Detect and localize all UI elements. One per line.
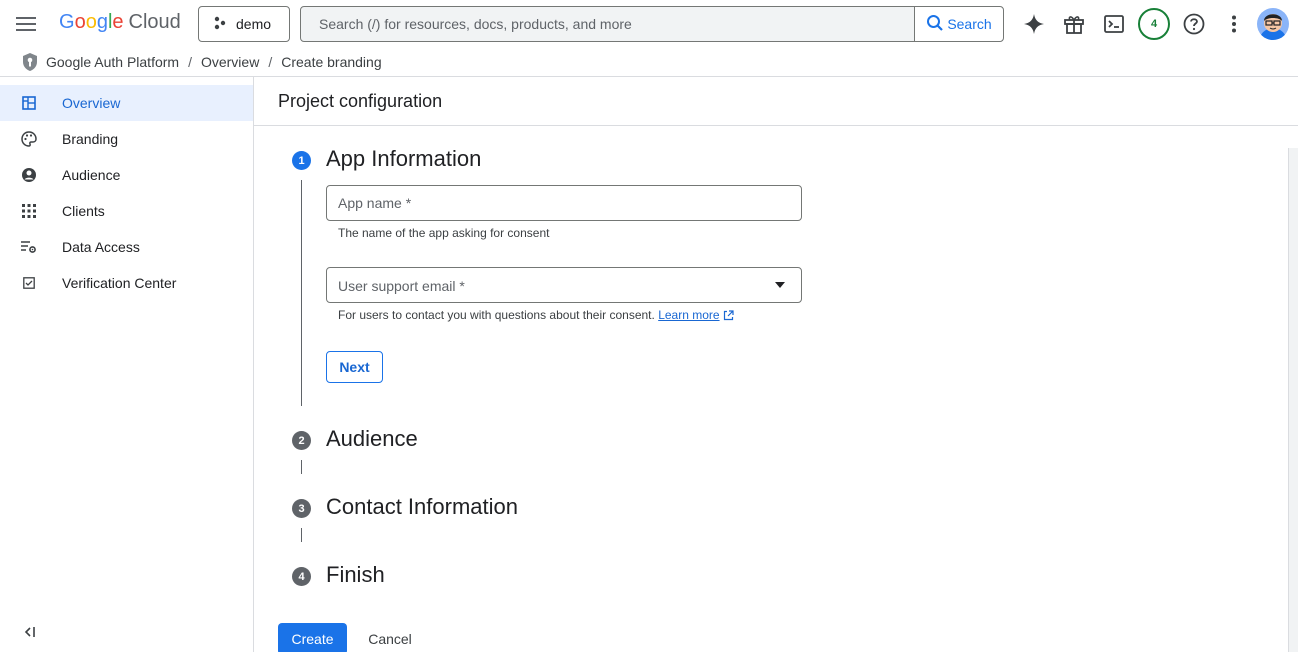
breadcrumb-separator: / — [268, 54, 273, 70]
scrollbar[interactable] — [1288, 148, 1298, 652]
sidebar-item-clients[interactable]: Clients — [0, 193, 253, 229]
sidebar-item-label: Clients — [62, 203, 105, 219]
page-header: Project configuration — [254, 77, 1298, 126]
avatar[interactable] — [1257, 8, 1289, 40]
learn-more-link[interactable]: Learn more — [658, 308, 719, 322]
step-number-3: 3 — [292, 499, 311, 518]
step-title-contact-information[interactable]: Contact Information — [326, 494, 518, 520]
app-name-hint: The name of the app asking for consent — [338, 226, 550, 240]
dashboard-icon — [21, 95, 37, 111]
gift-icon[interactable] — [1062, 12, 1086, 36]
collapse-sidebar-icon[interactable] — [20, 622, 40, 642]
sidebar-item-audience[interactable]: Audience — [0, 157, 253, 193]
step-connector — [301, 460, 302, 474]
step-connector — [301, 180, 302, 406]
page-title: Project configuration — [278, 91, 443, 111]
user-support-email-select[interactable]: User support email * — [326, 267, 802, 303]
project-picker-button[interactable]: demo — [198, 6, 290, 42]
notifications-badge[interactable]: 4 — [1138, 8, 1170, 40]
step-title-finish[interactable]: Finish — [326, 562, 385, 588]
apps-grid-icon — [21, 203, 37, 219]
breadcrumb-auth-platform[interactable]: Google Auth Platform — [46, 54, 179, 70]
breadcrumb-separator: / — [188, 54, 192, 70]
sidebar-item-label: Branding — [62, 131, 119, 147]
more-vert-icon[interactable] — [1222, 12, 1246, 36]
breadcrumb-overview[interactable]: Overview — [201, 54, 259, 70]
account-circle-icon — [21, 167, 37, 183]
breadcrumb: Google Auth Platform / Overview / Create… — [0, 48, 1298, 77]
shield-icon — [21, 52, 39, 72]
cancel-button[interactable]: Cancel — [358, 623, 422, 652]
main-content: Project configuration 1 App Information … — [254, 77, 1298, 652]
checkbox-icon — [21, 275, 37, 291]
list-settings-icon — [21, 239, 37, 255]
sidebar-item-branding[interactable]: Branding — [0, 121, 253, 157]
sidebar-item-label: Data Access — [62, 239, 140, 255]
step-number-2: 2 — [292, 431, 311, 450]
step-connector — [301, 528, 302, 542]
project-icon — [213, 16, 227, 33]
sidebar-item-label: Audience — [62, 167, 121, 183]
sidebar-item-label: Overview — [62, 95, 121, 111]
sidebar-item-label: Verification Center — [62, 275, 177, 291]
step-number-4: 4 — [292, 567, 311, 586]
search-input[interactable] — [301, 7, 914, 41]
external-link-icon — [723, 310, 734, 324]
app-name-field — [326, 185, 802, 221]
gemini-sparkle-icon[interactable] — [1022, 12, 1046, 36]
sidebar-item-verification-center[interactable]: Verification Center — [0, 265, 253, 301]
step-title-audience[interactable]: Audience — [326, 426, 418, 452]
user-support-email-label: User support email * — [338, 278, 465, 294]
user-support-email-hint: For users to contact you with questions … — [338, 308, 734, 324]
sidebar-item-data-access[interactable]: Data Access — [0, 229, 253, 265]
help-icon[interactable] — [1182, 12, 1206, 36]
step-title-app-information[interactable]: App Information — [326, 146, 481, 172]
menu-icon[interactable] — [14, 12, 38, 36]
search-icon — [926, 14, 944, 35]
project-name: demo — [236, 16, 272, 32]
dropdown-arrow-icon — [775, 282, 785, 288]
search-button[interactable]: Search — [914, 7, 1003, 41]
next-button[interactable]: Next — [326, 351, 383, 383]
sidebar-item-overview[interactable]: Overview — [0, 85, 253, 121]
sidebar: Overview Branding Audience Clients Data … — [0, 77, 254, 652]
cloud-shell-icon[interactable] — [1102, 12, 1126, 36]
top-bar: GoogleCloud demo Search 4 — [0, 0, 1298, 48]
google-cloud-logo[interactable]: Google Cloud — [59, 11, 181, 34]
search-bar: Search — [300, 6, 1004, 42]
palette-icon — [21, 131, 37, 147]
app-name-input[interactable] — [327, 186, 801, 220]
step-number-1: 1 — [292, 151, 311, 170]
breadcrumb-create-branding: Create branding — [281, 54, 382, 70]
create-button[interactable]: Create — [278, 623, 347, 652]
